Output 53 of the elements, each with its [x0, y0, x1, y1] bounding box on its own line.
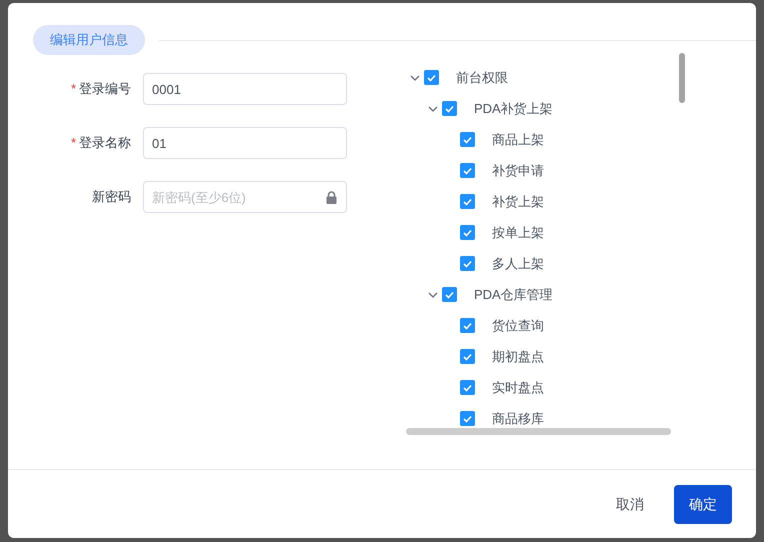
tree-item-label[interactable]: 前台权限 — [456, 68, 508, 88]
lock-icon — [326, 191, 337, 204]
checkbox[interactable] — [442, 101, 457, 116]
tree-item-label[interactable]: 实时盘点 — [492, 378, 544, 398]
checkbox[interactable] — [460, 225, 475, 240]
input-field[interactable]: 01 — [143, 127, 347, 159]
tree-item-label[interactable]: 期初盘点 — [492, 346, 544, 366]
check-icon — [463, 166, 472, 174]
checkbox[interactable] — [442, 287, 457, 302]
checkbox[interactable] — [460, 132, 475, 147]
checkbox[interactable] — [460, 411, 475, 426]
required-mark: * — [70, 134, 76, 152]
tree-item-label[interactable]: 商品移库 — [492, 408, 544, 428]
caret-icon[interactable] — [428, 106, 438, 112]
check-icon — [445, 104, 454, 112]
tree-item-label[interactable]: 补货申请 — [492, 160, 544, 180]
check-icon — [463, 198, 472, 206]
tree-item-label[interactable]: PDA补货上架 — [474, 98, 553, 118]
caret-icon[interactable] — [410, 74, 420, 80]
confirm-button[interactable]: 确定 — [674, 484, 732, 524]
field-label: 新密码 — [92, 188, 131, 206]
tree-item-label[interactable]: 商品上架 — [492, 130, 544, 150]
tree-item-label[interactable]: 按单上架 — [492, 222, 544, 242]
checkbox[interactable] — [460, 380, 475, 395]
checkbox[interactable] — [460, 194, 475, 209]
check-icon — [463, 260, 472, 268]
horizontal-scrollbar[interactable] — [406, 428, 671, 435]
tree-item-label[interactable]: 多人上架 — [492, 254, 544, 274]
checkbox[interactable] — [460, 163, 475, 178]
check-icon — [463, 322, 472, 330]
cancel-button[interactable]: 取消 — [610, 484, 650, 524]
check-icon — [463, 384, 472, 392]
check-icon — [463, 228, 472, 236]
field-label: 登录编号 — [79, 80, 131, 98]
tree-item-label[interactable]: PDA仓库管理 — [474, 284, 553, 304]
tree-item-label[interactable]: 补货上架 — [492, 192, 544, 212]
tree-item-label[interactable]: 货位查询 — [492, 316, 544, 336]
checkbox[interactable] — [460, 318, 475, 333]
check-icon — [463, 352, 472, 360]
input-field[interactable]: 0001 — [143, 73, 347, 105]
caret-icon[interactable] — [428, 292, 438, 298]
check-icon — [463, 414, 472, 422]
vertical-scrollbar[interactable] — [679, 53, 685, 103]
required-mark: * — [70, 80, 76, 98]
field-label: 登录名称 — [79, 134, 131, 152]
password-field[interactable]: 新密码(至少6位) — [143, 181, 347, 213]
checkbox[interactable] — [460, 256, 475, 271]
section-title: 编辑用户信息 — [33, 25, 145, 55]
check-icon — [463, 136, 472, 144]
check-icon — [445, 290, 454, 298]
checkbox[interactable] — [460, 349, 475, 364]
checkbox[interactable] — [424, 70, 439, 85]
check-icon — [427, 74, 436, 82]
